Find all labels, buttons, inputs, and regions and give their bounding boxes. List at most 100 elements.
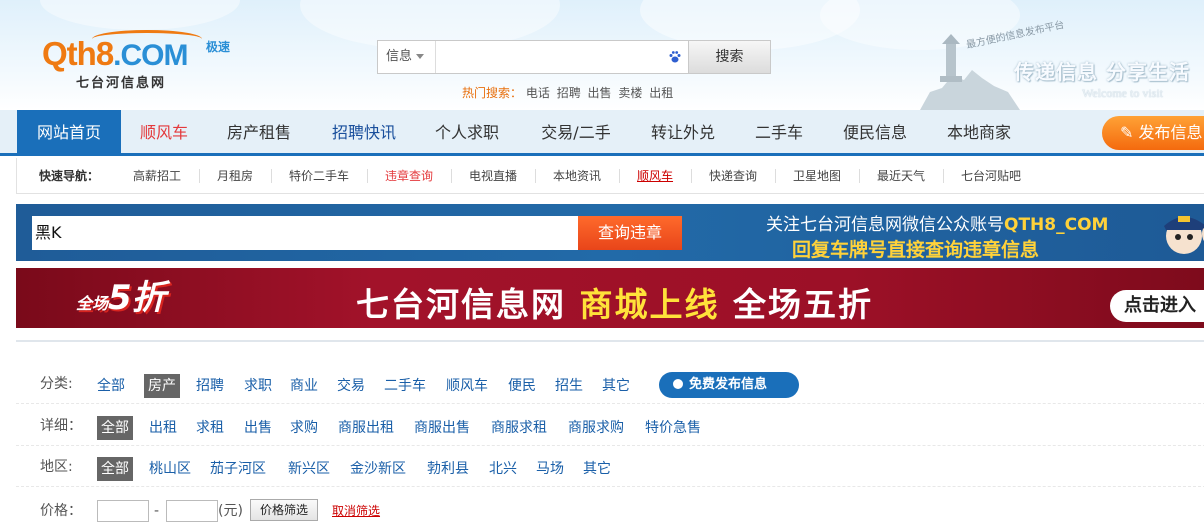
detail-option[interactable]: 商服求购: [564, 416, 628, 440]
detail-option[interactable]: 出售: [240, 416, 276, 440]
area-option[interactable]: 新兴区: [284, 457, 334, 481]
detail-option[interactable]: 求租: [192, 416, 228, 440]
category-option[interactable]: 商业: [286, 374, 322, 398]
quick-nav-label: 快速导航：: [39, 169, 100, 183]
category-option[interactable]: 便民: [504, 374, 540, 398]
quick-nav-item[interactable]: 七台河贴吧: [961, 169, 1021, 183]
divider: [619, 169, 620, 183]
nav-item-local-business[interactable]: 本地商家: [934, 110, 1024, 153]
price-filter-button[interactable]: 价格筛选: [250, 499, 318, 521]
quick-nav-item[interactable]: 月租房: [217, 169, 253, 183]
arrow-circle-icon: [673, 379, 683, 389]
pencil-icon: ✎: [1120, 123, 1139, 142]
filter-label: 分类:: [40, 376, 73, 392]
wechat-reply-text: 回复车牌号直接查询违章信息: [792, 239, 1040, 261]
category-option[interactable]: 交易: [333, 374, 369, 398]
category-option[interactable]: 顺风车: [442, 374, 492, 398]
quick-nav-item[interactable]: 电视直播: [469, 169, 517, 183]
filter-panel: 分类: 全部 房产 招聘 求职 商业 交易 二手车 顺风车 便民 招生 其它 免…: [16, 340, 1204, 530]
search-type-select[interactable]: 信息: [378, 41, 436, 73]
slogan-english: Welcome to visit: [1082, 86, 1164, 100]
area-option[interactable]: 马场: [532, 457, 568, 481]
nav-item-real-estate[interactable]: 房产租售: [216, 110, 302, 153]
quick-nav-item[interactable]: 卫星地图: [793, 169, 841, 183]
price-label: 价格：: [40, 503, 82, 519]
category-option[interactable]: 求职: [240, 374, 276, 398]
area-filter-row: 地区: 全部 桃山区 茄子河区 新兴区 金沙新区 勃利县 北兴 马场 其它: [16, 447, 1204, 487]
divider: [535, 169, 536, 183]
main-nav: 网站首页 顺风车 房产租售 招聘快讯 个人求职 交易/二手 转让外兑 二手车 便…: [0, 110, 1204, 156]
area-option[interactable]: 其它: [579, 457, 615, 481]
nav-item-services[interactable]: 便民信息: [830, 110, 920, 153]
nav-item-carpool[interactable]: 顺风车: [124, 110, 204, 153]
divider: [451, 169, 452, 183]
detail-option[interactable]: 求购: [286, 416, 322, 440]
detail-option[interactable]: 特价急售: [641, 416, 705, 440]
nav-item-jobs[interactable]: 招聘快讯: [320, 110, 408, 153]
enter-mall-button[interactable]: 点击进入: [1110, 290, 1204, 322]
quick-nav-item[interactable]: 本地资讯: [553, 169, 601, 183]
detail-option[interactable]: 商服出租: [334, 416, 398, 440]
quick-nav: 快速导航： 高薪招工 月租房 特价二手车 违章查询 电视直播 本地资讯 顺风车 …: [16, 158, 1204, 194]
quick-nav-item[interactable]: 特价二手车: [289, 169, 349, 183]
area-option[interactable]: 全部: [97, 457, 133, 481]
free-publish-button[interactable]: 免费发布信息: [659, 372, 799, 398]
nav-item-used-cars[interactable]: 二手车: [744, 110, 814, 153]
category-option[interactable]: 招生: [551, 374, 587, 398]
category-option[interactable]: 全部: [93, 374, 129, 398]
nav-item-transfer[interactable]: 转让外兑: [638, 110, 728, 153]
search-box: 信息: [377, 40, 689, 74]
mall-promo-banner[interactable]: 全场5折 七台河信息网 商城上线 全场五折 点击进入: [16, 268, 1204, 328]
nav-item-home[interactable]: 网站首页: [17, 110, 121, 153]
cancel-filter-link[interactable]: 取消筛选: [332, 502, 380, 519]
price-max-input[interactable]: [166, 500, 218, 522]
area-option[interactable]: 北兴: [485, 457, 521, 481]
category-filter-row: 分类: 全部 房产 招聘 求职 商业 交易 二手车 顺风车 便民 招生 其它: [16, 364, 1204, 404]
detail-option[interactable]: 商服出售: [410, 416, 474, 440]
category-option[interactable]: 其它: [598, 374, 634, 398]
hot-search-link[interactable]: 卖楼: [618, 86, 642, 100]
quick-nav-item[interactable]: 违章查询: [385, 169, 433, 183]
hot-search-link[interactable]: 电话: [526, 86, 550, 100]
divider: [691, 169, 692, 183]
query-violation-button[interactable]: 查询违章: [578, 216, 682, 250]
site-logo[interactable]: Qth8.COM 极速 七台河信息网: [42, 30, 242, 94]
divider: [775, 169, 776, 183]
quick-nav-item[interactable]: 快递查询: [709, 169, 757, 183]
nav-item-trade[interactable]: 交易/二手: [526, 110, 626, 153]
quick-nav-item[interactable]: 最近天气: [877, 169, 925, 183]
detail-option[interactable]: 商服求租: [487, 416, 551, 440]
area-option[interactable]: 金沙新区: [346, 457, 410, 481]
detail-filter-row: 详细： 全部 出租 求租 出售 求购 商服出租 商服出售 商服求租 商服求购 特…: [16, 406, 1204, 446]
area-option[interactable]: 茄子河区: [206, 457, 270, 481]
divider: [859, 169, 860, 183]
detail-option[interactable]: 出租: [145, 416, 181, 440]
hot-search-link[interactable]: 出售: [588, 86, 612, 100]
search-button[interactable]: 搜索: [688, 40, 771, 74]
area-option[interactable]: 桃山区: [145, 457, 195, 481]
violation-query-banner: 黑K 查询违章 关注七台河信息网微信公众账号QTH8_COM 回复车牌号直接查询…: [16, 204, 1204, 261]
divider: [271, 169, 272, 183]
quick-nav-item[interactable]: 高薪招工: [133, 169, 181, 183]
category-option[interactable]: 二手车: [380, 374, 430, 398]
chevron-down-icon: [416, 54, 425, 59]
hot-search-link[interactable]: 出租: [649, 86, 673, 100]
price-unit: (元): [218, 503, 243, 519]
search-input[interactable]: [438, 43, 658, 71]
filter-label: 地区:: [40, 459, 73, 475]
price-min-input[interactable]: [97, 500, 149, 522]
plate-number-input[interactable]: 黑K: [32, 216, 578, 250]
category-option[interactable]: 房产: [144, 374, 180, 398]
hot-search-link[interactable]: 招聘: [557, 86, 581, 100]
nav-item-job-seeking[interactable]: 个人求职: [424, 110, 510, 153]
area-option[interactable]: 勃利县: [423, 457, 473, 481]
slogan: 传递信息 分享生活: [1014, 60, 1190, 84]
publish-button[interactable]: ✎ 发布信息: [1102, 116, 1204, 150]
hot-search-label: 热门搜索：: [462, 86, 523, 100]
baidu-paw-icon: [669, 51, 681, 63]
detail-option[interactable]: 全部: [97, 416, 133, 440]
divider: [199, 169, 200, 183]
quick-nav-item[interactable]: 顺风车: [637, 169, 673, 183]
cloud-decoration: [40, 0, 240, 30]
category-option[interactable]: 招聘: [192, 374, 228, 398]
